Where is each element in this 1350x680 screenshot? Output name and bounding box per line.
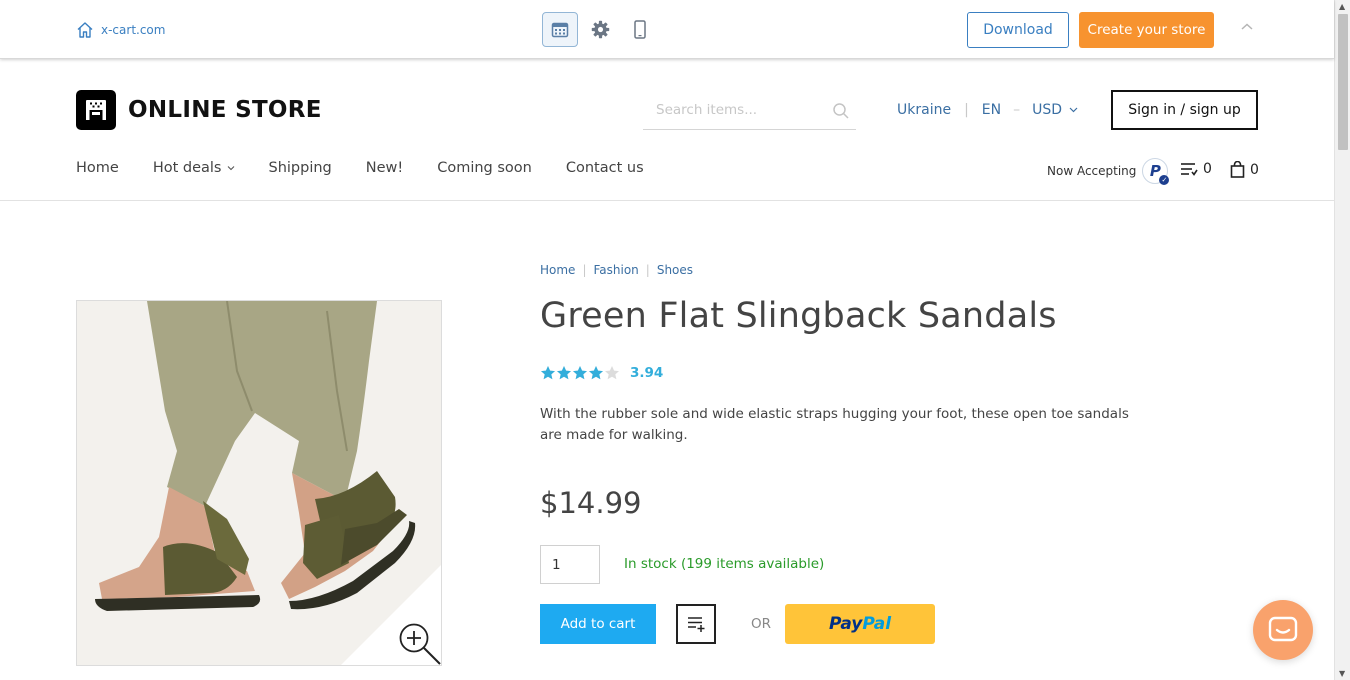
create-your-store-button[interactable]: Create your store [1079,12,1214,48]
nav-item-hot-deals[interactable]: Hot deals [153,160,235,176]
chevron-down-icon [227,166,234,171]
paypal-checkout-button[interactable]: PayPal [785,604,935,644]
home-link-label: x-cart.com [101,23,166,37]
sandals-photo [77,301,441,665]
breadcrumb-home[interactable]: Home [540,263,575,277]
breadcrumb-shoes[interactable]: Shoes [657,263,693,277]
logo-text: ONLINE STORE [128,97,322,123]
language-selector[interactable]: EN [982,102,1001,118]
zoom-icon[interactable] [397,621,443,667]
demo-view-switcher [542,12,662,47]
mobile-icon [634,20,646,39]
product-image[interactable] [76,300,442,666]
nav-item-home[interactable]: Home [76,160,119,176]
breadcrumb: Home | Fashion | Shoes [540,263,693,277]
paypal-icon: P ✓ [1142,158,1170,185]
x-cart-home-link[interactable]: x-cart.com [76,21,165,39]
calendar-icon [551,22,569,37]
sign-in-button[interactable]: Sign in / sign up [1111,90,1258,130]
star-icon [541,366,555,380]
rating-stars [540,365,620,381]
add-to-wishlist-icon [688,617,705,632]
paypal-pay-text: Pay [828,614,863,634]
chevron-up-icon[interactable] [1240,22,1254,32]
quantity-input[interactable] [540,545,600,584]
star-icon [573,366,587,380]
scroll-thumb[interactable] [1338,14,1348,150]
nav-item-contact-us[interactable]: Contact us [566,160,644,176]
mobile-view-button[interactable] [622,12,658,47]
product-rating[interactable]: 3.94 [540,365,663,381]
gear-icon [591,20,609,39]
settings-button[interactable] [582,12,618,47]
locale-separator: | [964,102,969,118]
now-accepting-label: Now Accepting [1047,164,1137,178]
cart-count: 0 [1250,161,1259,178]
nav-item-label: Hot deals [152,160,222,176]
compare-list-icon [1181,163,1198,176]
chat-icon [1268,616,1298,642]
country-selector[interactable]: Ukraine [897,102,951,118]
search-input[interactable] [643,92,818,128]
star-icon [605,366,619,380]
compare-count: 0 [1203,161,1212,177]
breadcrumb-separator: | [582,263,587,277]
stock-status: In stock (199 items available) [624,556,825,572]
demo-bar: x-cart.com Download Create your store [0,0,1334,59]
cart-icon [1230,161,1245,178]
scroll-up-arrow[interactable]: ▲ [1339,2,1345,11]
locale-selector[interactable]: Ukraine | EN – USD [897,102,1078,118]
nav-item-shipping[interactable]: Shipping [269,160,332,176]
now-accepting-paypal: Now Accepting P ✓ [1047,158,1170,185]
nav-item-coming-soon[interactable]: Coming soon [437,160,532,176]
scroll-down-arrow[interactable]: ▼ [1339,669,1345,678]
star-icon [557,366,571,380]
download-button[interactable]: Download [967,12,1069,48]
chevron-down-icon [1069,107,1078,113]
nav-item-new[interactable]: New! [366,160,403,176]
search-box [643,92,856,130]
breadcrumb-separator: | [645,263,650,277]
main-nav: Home Hot deals Shipping New! Coming soon… [76,160,678,176]
add-to-cart-button[interactable]: Add to cart [540,604,656,644]
add-to-wishlist-button[interactable] [676,604,716,644]
search-icon[interactable] [832,102,850,120]
compare-list-counter[interactable]: 0 [1180,161,1212,177]
cart-counter[interactable]: 0 [1230,161,1259,178]
rating-value: 3.94 [630,365,664,381]
store-logo[interactable]: ONLINE STORE [76,90,322,130]
locale-dash: – [1013,102,1021,118]
logo-mark [76,90,116,130]
product-description: With the rubber sole and wide elastic st… [540,406,1129,443]
home-icon [77,22,93,38]
page-scrollbar[interactable]: ▲ ▼ [1334,0,1350,680]
product-title: Green Flat Slingback Sandals [540,296,1057,336]
paypal-pal-text: Pal [862,614,892,634]
breadcrumb-fashion[interactable]: Fashion [593,263,638,277]
star-icon [589,366,603,380]
chat-button[interactable] [1253,600,1313,660]
product-price: $14.99 [540,486,642,520]
header-divider [0,200,1334,201]
or-label: OR [751,616,772,632]
desktop-view-button[interactable] [542,12,578,47]
currency-selector[interactable]: USD [1032,102,1062,118]
